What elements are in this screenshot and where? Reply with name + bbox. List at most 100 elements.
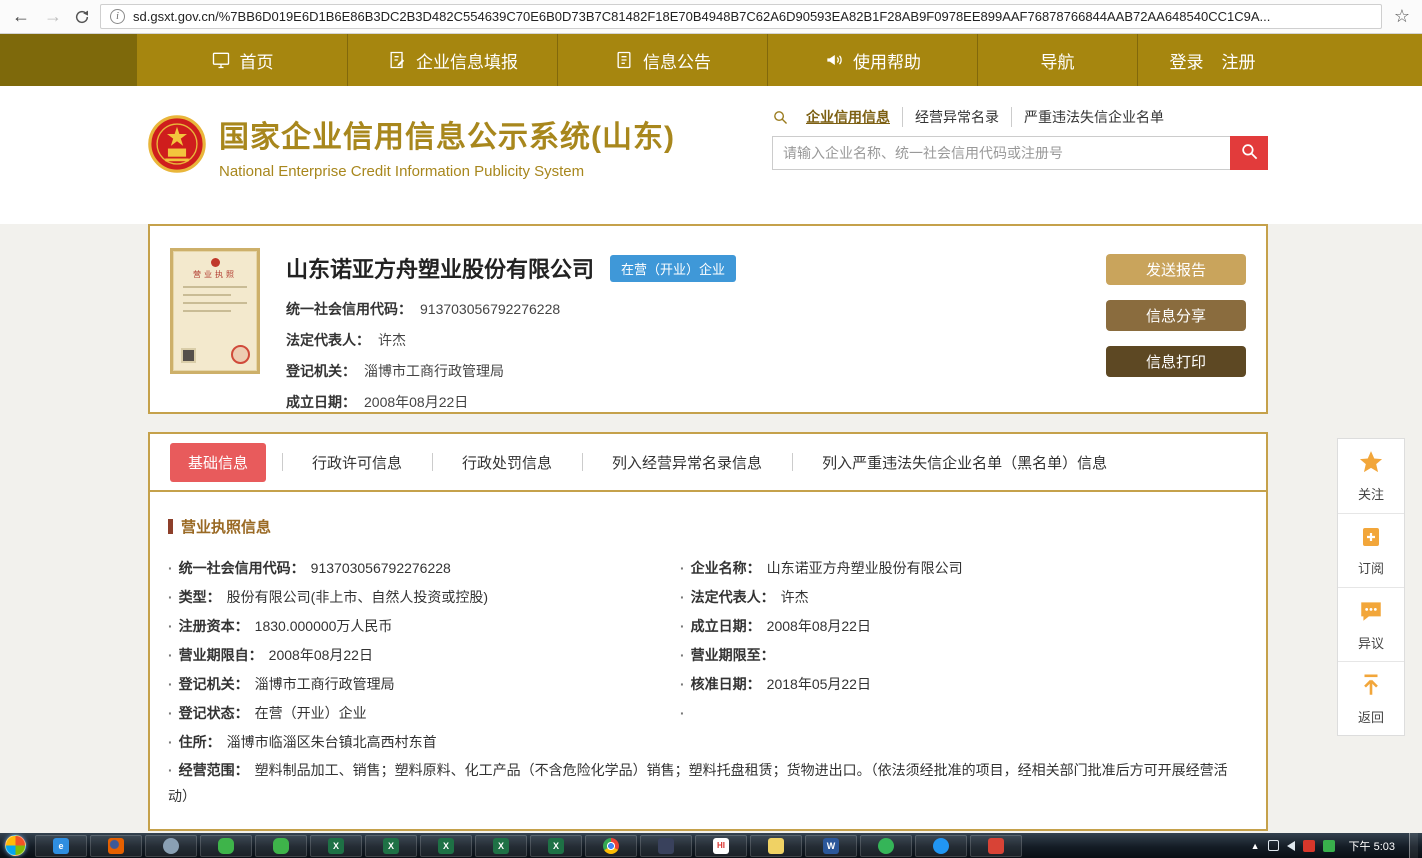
license-field: 注册资本：1830.000000万人民币 <box>168 612 680 641</box>
taskbar-hi-app-icon[interactable]: HI <box>695 835 747 857</box>
nav-item-navigation[interactable]: 导航 <box>977 34 1137 86</box>
taskbar-firefox-icon[interactable] <box>90 835 142 857</box>
taskbar-clock[interactable]: 下午 5:03 <box>1343 838 1401 854</box>
print-info-button[interactable]: 信息打印 <box>1106 346 1246 377</box>
tray-red-app-icon[interactable] <box>1303 840 1315 852</box>
section-title: 营业执照信息 <box>168 516 1248 537</box>
taskbar-internet-explorer-icon[interactable]: e <box>35 835 87 857</box>
desktop: ← → sd.gsxt.gov.cn/%7BB6D019E6D1B6E86B3D… <box>0 0 1422 858</box>
nav-item-announcements[interactable]: 信息公告 <box>557 34 767 86</box>
company-field: 成立日期：2008年08月22日 <box>286 392 736 412</box>
company-field: 法定代表人：许杰 <box>286 330 736 350</box>
browser-back-icon[interactable]: ← <box>10 6 32 27</box>
search-area: 企业信用信息 经营异常名录 严重违法失信企业名单 <box>772 107 1268 170</box>
site-header: 国家企业信用信息公示系统(山东) National Enterprise Cre… <box>0 86 1422 206</box>
nav-item-label: 企业信息填报 <box>416 48 518 73</box>
side-toolbar: 关注 订阅 异议 返回 <box>1337 438 1405 736</box>
brand: 国家企业信用信息公示系统(山东) National Enterprise Cre… <box>148 112 675 180</box>
bookmark-star-icon[interactable]: ☆ <box>1392 6 1412 27</box>
address-bar[interactable]: sd.gsxt.gov.cn/%7BB6D019E6D1B6E86B3DC2B3… <box>100 4 1382 29</box>
taskbar-excel-icon[interactable]: X <box>475 835 527 857</box>
license-field: 登记状态：在营（开业）企业 <box>168 699 680 728</box>
login-link[interactable]: 登录 <box>1170 48 1204 73</box>
taskbar-green-app-icon[interactable] <box>860 835 912 857</box>
nav-item-help[interactable]: 使用帮助 <box>767 34 977 86</box>
objection-button[interactable]: 异议 <box>1338 587 1404 661</box>
taskbar-wechat-icon[interactable] <box>200 835 252 857</box>
company-info: 山东诺亚方舟塑业股份有限公司 在营（开业）企业 统一社会信用代码：9137030… <box>286 248 736 390</box>
nav-item-enterprise-filing[interactable]: 企业信息填报 <box>347 34 557 86</box>
share-info-button[interactable]: 信息分享 <box>1106 300 1246 331</box>
taskbar-media-app-icon[interactable] <box>915 835 967 857</box>
company-name: 山东诺亚方舟塑业股份有限公司 <box>286 252 594 284</box>
taskbar-excel-icon[interactable]: X <box>365 835 417 857</box>
system-tray: ▲ 下午 5:03 <box>1251 833 1422 858</box>
company-actions: 发送报告 信息分享 信息打印 <box>1106 248 1246 390</box>
back-to-top-button[interactable]: 返回 <box>1338 661 1404 735</box>
company-detail-card: 基础信息 行政许可信息 行政处罚信息 列入经营异常名录信息 列入严重违法失信企业… <box>148 432 1268 831</box>
tray-action-center-icon[interactable] <box>1268 840 1279 851</box>
license-field: 成立日期：2008年08月22日 <box>680 612 1248 641</box>
nav-auth: 登录 注册 <box>1137 34 1287 86</box>
taskbar-wechat-icon[interactable] <box>255 835 307 857</box>
license-field: 核准日期：2018年05月22日 <box>680 670 1248 699</box>
license-field: 法定代表人：许杰 <box>680 583 1248 612</box>
navbar-left-cap <box>0 34 137 86</box>
search-tab-abnormal-list[interactable]: 经营异常名录 <box>902 107 1011 127</box>
taskbar-chrome-icon[interactable] <box>585 835 637 857</box>
taskbar-capture-tool-icon[interactable] <box>640 835 692 857</box>
business-license-section: 营业执照信息 统一社会信用代码：913703056792276228 企业名称：… <box>150 492 1266 809</box>
speaker-icon <box>824 50 844 70</box>
site-info-icon[interactable] <box>110 9 125 24</box>
search-tab-credit-info[interactable]: 企业信用信息 <box>794 107 902 127</box>
form-edit-icon <box>387 50 407 70</box>
main-navbar: 首页 企业信息填报 信息公告 使用帮助 导航 登录 注册 <box>0 34 1422 86</box>
taskbar-word-icon[interactable]: W <box>805 835 857 857</box>
national-emblem-icon <box>148 115 206 178</box>
search-tab-blacklist[interactable]: 严重违法失信企业名单 <box>1011 107 1176 127</box>
navbar-filler <box>1287 34 1422 86</box>
magnifier-icon <box>1240 142 1259 164</box>
company-summary-card: 营业执照 山东诺亚方舟塑业股份有限公司 在营（开业）企业 统一社会信用代码：91… <box>148 224 1268 414</box>
tab-abnormal-operations[interactable]: 列入经营异常名录信息 <box>582 452 792 473</box>
tab-basic-info[interactable]: 基础信息 <box>170 443 266 482</box>
search-button[interactable] <box>1230 136 1268 170</box>
taskbar-notepad-icon[interactable] <box>750 835 802 857</box>
tray-expand-icon[interactable]: ▲ <box>1251 841 1260 851</box>
taskbar-excel-icon[interactable]: X <box>420 835 472 857</box>
tab-blacklist[interactable]: 列入严重违法失信企业名单（黑名单）信息 <box>792 452 1137 473</box>
license-field: 营业期限至： <box>680 641 1248 670</box>
license-qr-code <box>181 348 196 363</box>
search-input[interactable] <box>772 136 1230 170</box>
monitor-icon <box>211 50 231 70</box>
company-status-badge: 在营（开业）企业 <box>610 255 736 282</box>
taskbar-red-app-icon[interactable] <box>970 835 1022 857</box>
company-field: 统一社会信用代码：913703056792276228 <box>286 299 736 319</box>
browser-forward-icon[interactable]: → <box>42 6 64 27</box>
taskbar-browser-globe-icon[interactable] <box>145 835 197 857</box>
browser-chrome: ← → sd.gsxt.gov.cn/%7BB6D019E6D1B6E86B3D… <box>0 0 1422 34</box>
license-emblem-icon <box>211 258 220 267</box>
register-link[interactable]: 注册 <box>1222 48 1256 73</box>
license-field: 企业名称：山东诺亚方舟塑业股份有限公司 <box>680 554 1248 583</box>
announcement-icon <box>614 50 634 70</box>
tray-green-app-icon[interactable] <box>1323 840 1335 852</box>
business-license-thumbnail[interactable]: 营业执照 <box>170 248 260 374</box>
send-report-button[interactable]: 发送报告 <box>1106 254 1246 285</box>
follow-button[interactable]: 关注 <box>1338 439 1404 513</box>
browser-refresh-icon[interactable] <box>74 9 90 25</box>
back-to-top-icon <box>1358 672 1384 703</box>
tray-volume-icon[interactable] <box>1287 841 1295 851</box>
taskbar-excel-icon[interactable]: X <box>530 835 582 857</box>
taskbar-excel-icon[interactable]: X <box>310 835 362 857</box>
tab-administrative-licensing[interactable]: 行政许可信息 <box>282 452 432 473</box>
site-subtitle: National Enterprise Credit Information P… <box>219 163 675 180</box>
start-button-icon[interactable] <box>5 835 26 856</box>
brand-text: 国家企业信用信息公示系统(山东) National Enterprise Cre… <box>219 112 675 180</box>
subscribe-icon <box>1359 525 1383 554</box>
license-field-address: 住所：淄博市临淄区朱台镇北高西村东首 <box>168 728 1248 757</box>
tab-administrative-penalty[interactable]: 行政处罚信息 <box>432 452 582 473</box>
subscribe-button[interactable]: 订阅 <box>1338 513 1404 587</box>
nav-item-home[interactable]: 首页 <box>137 34 347 86</box>
show-desktop-button[interactable] <box>1409 833 1418 858</box>
